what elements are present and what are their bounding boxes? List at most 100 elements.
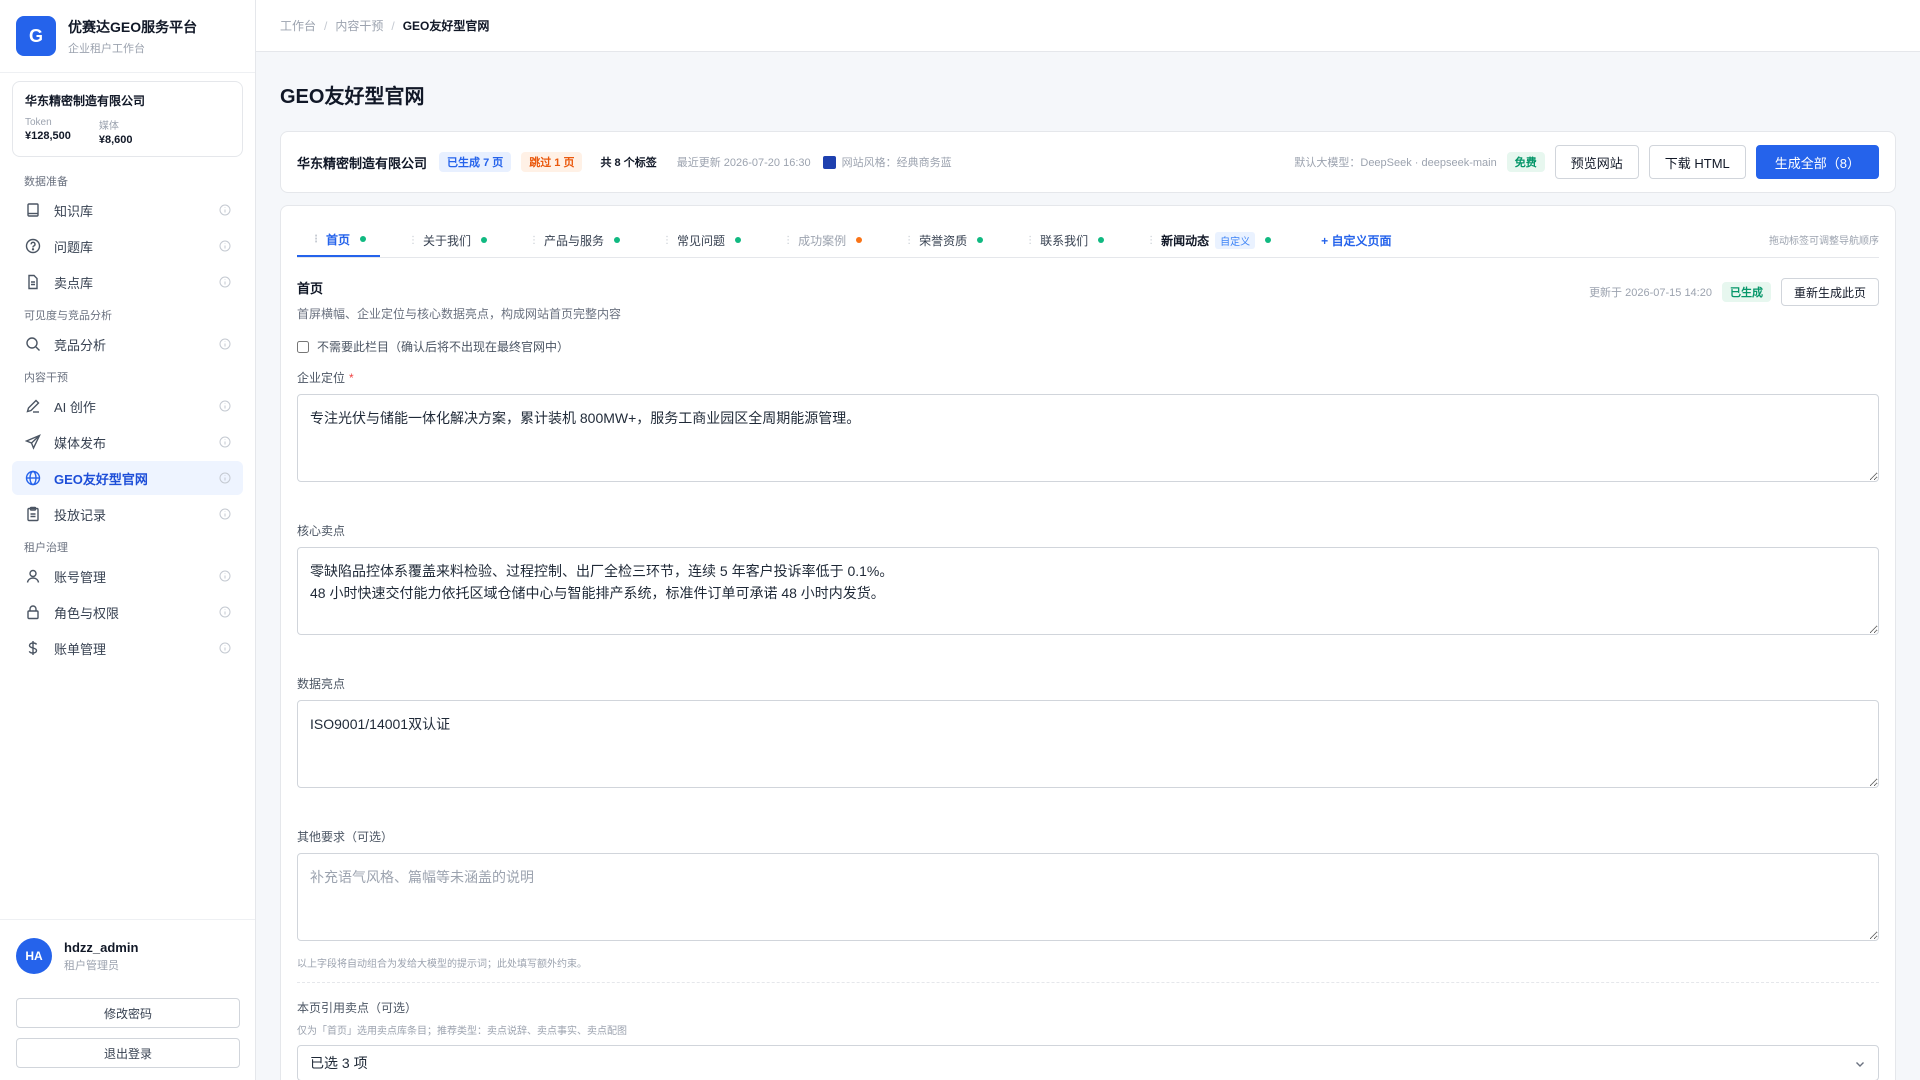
stat-value: ¥128,500: [25, 130, 71, 142]
status-dot: [856, 237, 863, 243]
refs-select[interactable]: 已选 3 项: [297, 1045, 1879, 1080]
positioning-field[interactable]: [297, 394, 1879, 482]
tab-products[interactable]: ⋮ 产品与服务: [515, 223, 634, 257]
tab-label: 荣誉资质: [919, 233, 968, 248]
drag-handle-icon[interactable]: ⋮: [311, 234, 321, 245]
info-icon: [219, 240, 231, 252]
last-updated: 最近更新 2026-07-20 16:30: [676, 157, 811, 169]
drag-handle-icon[interactable]: ⋮: [904, 235, 914, 246]
info-icon: [219, 400, 231, 412]
drag-handle-icon[interactable]: ⋮: [783, 235, 793, 246]
breadcrumb: 工作台 / 内容干预 / GEO友好型官网: [256, 0, 1920, 52]
info-icon: [219, 436, 231, 448]
user-name: hdzz_admin: [64, 939, 139, 955]
document-icon: [24, 273, 42, 291]
stat-label: Token: [25, 117, 52, 128]
info-icon: [219, 606, 231, 618]
generated-badge: 已生成 7 页: [439, 152, 512, 172]
nav-group-label: 租户治理: [24, 542, 68, 554]
breadcrumb-item[interactable]: 工作台: [280, 17, 316, 34]
dollar-icon: [24, 639, 42, 657]
tab-about[interactable]: ⋮ 关于我们: [394, 223, 501, 257]
page-tabs: ⋮ 首页 ⋮ 关于我们 ⋮ 产品与服务 ⋮ 常见问题 ⋮ 成功案例 ⋮ 荣誉资质…: [297, 206, 1879, 258]
lock-icon: [24, 603, 42, 621]
nav-group-label: 可见度与竞品分析: [24, 310, 112, 322]
stat-value: ¥8,600: [98, 134, 133, 146]
sidebar-item-delivery-records[interactable]: 投放记录: [12, 497, 243, 531]
sidebar-item-roles[interactable]: 角色与权限: [12, 595, 243, 629]
sidebar-item-media-publish[interactable]: 媒体发布: [12, 425, 243, 459]
tag-count: 共 8 个标签: [600, 157, 657, 169]
book-icon: [24, 201, 42, 219]
pen-icon: [24, 397, 42, 415]
page-editor: ⋮ 首页 ⋮ 关于我们 ⋮ 产品与服务 ⋮ 常见问题 ⋮ 成功案例 ⋮ 荣誉资质…: [280, 205, 1896, 1080]
drag-handle-icon[interactable]: ⋮: [1025, 235, 1035, 246]
status-dot: [360, 236, 367, 242]
tab-label: 产品与服务: [544, 233, 605, 248]
generate-all-button[interactable]: 生成全部（8）: [1755, 145, 1879, 179]
globe-icon: [24, 469, 42, 487]
sidebar-item-selling-points[interactable]: 卖点库: [12, 265, 243, 299]
drag-handle-icon[interactable]: ⋮: [529, 235, 539, 246]
highlights-field[interactable]: [297, 700, 1879, 788]
user-block: HA hdzz_admin 租户管理员 修改密码 退出登录: [0, 919, 255, 1080]
tab-label: 新闻动态: [1161, 233, 1210, 248]
sidebar-item-competitor[interactable]: 竞品分析: [12, 327, 243, 361]
token-stat: Token ¥128,500: [25, 117, 71, 146]
drag-handle-icon[interactable]: ⋮: [408, 235, 418, 246]
info-icon: [219, 570, 231, 582]
sidebar-item-label: 问题库: [54, 239, 94, 255]
sidebar-item-geo-website[interactable]: GEO友好型官网: [12, 461, 243, 495]
skip-section-row[interactable]: 不需要此栏目（确认后将不出现在最终官网中）: [297, 338, 1879, 355]
add-custom-page-button[interactable]: + 自定义页面: [1307, 223, 1405, 257]
sidebar-item-knowledge[interactable]: 知识库: [12, 193, 243, 227]
sidebar-item-label: 卖点库: [54, 275, 94, 291]
sidebar-item-accounts[interactable]: 账号管理: [12, 559, 243, 593]
breadcrumb-current: GEO友好型官网: [402, 19, 490, 33]
drag-handle-icon[interactable]: ⋮: [1146, 235, 1156, 246]
regenerate-page-button[interactable]: 重新生成此页: [1780, 278, 1879, 306]
refs-hint: 仅为「首页」选用卖点库条目；推荐类型：卖点说辞、卖点事实、卖点配图: [297, 1026, 627, 1037]
tab-label: 联系我们: [1040, 233, 1089, 248]
change-password-button[interactable]: 修改密码: [16, 998, 240, 1028]
positioning-label: 企业定位 *: [297, 371, 354, 385]
brand-title: 优赛达GEO服务平台: [68, 18, 198, 35]
prompt-help-text: 以上字段将自动组合为发给大模型的提示词；此处填写额外约束。: [297, 959, 587, 970]
tab-faq[interactable]: ⋮ 常见问题: [648, 223, 755, 257]
tab-home[interactable]: ⋮ 首页: [297, 223, 381, 257]
info-icon: [219, 338, 231, 350]
tab-honors[interactable]: ⋮ 荣誉资质: [890, 223, 997, 257]
clipboard-icon: [24, 505, 42, 523]
sidebar-item-label: 竞品分析: [54, 337, 107, 353]
summary-bar: 华东精密制造有限公司 已生成 7 页 跳过 1 页 共 8 个标签 最近更新 2…: [280, 131, 1896, 193]
main: 工作台 / 内容干预 / GEO友好型官网 GEO友好型官网 华东精密制造有限公…: [256, 0, 1920, 1080]
status-dot: [977, 237, 984, 243]
nav-group-label: 数据准备: [24, 176, 68, 188]
breadcrumb-item[interactable]: 内容干预: [335, 17, 383, 34]
brand-logo: G: [16, 16, 56, 56]
custom-tag: 自定义: [1215, 231, 1256, 249]
info-icon: [219, 472, 231, 484]
status-dot: [735, 237, 742, 243]
skip-section-checkbox[interactable]: [297, 340, 309, 353]
user-icon: [24, 567, 42, 585]
tab-cases[interactable]: ⋮ 成功案例: [769, 223, 876, 257]
logout-button[interactable]: 退出登录: [16, 1038, 240, 1068]
skip-section-label: 不需要此栏目（确认后将不出现在最终官网中）: [317, 340, 570, 354]
sidebar-nav: 数据准备 知识库 问题库 卖点库 可见度与竞品分析 竞品分析 内容干预 AI 创…: [0, 157, 255, 919]
breadcrumb-separator: /: [391, 18, 395, 33]
sidebar-item-questions[interactable]: 问题库: [12, 229, 243, 263]
download-html-button[interactable]: 下载 HTML: [1648, 145, 1746, 179]
drag-handle-icon[interactable]: ⋮: [662, 235, 672, 246]
stat-label: 媒体: [98, 121, 119, 132]
tab-news[interactable]: ⋮ 新闻动态 自定义: [1132, 223, 1285, 257]
preview-website-button[interactable]: 预览网站: [1554, 145, 1639, 179]
breadcrumb-separator: /: [324, 18, 328, 33]
tab-contact[interactable]: ⋮ 联系我们: [1011, 223, 1118, 257]
other-requirements-field[interactable]: [297, 853, 1879, 941]
status-dot: [481, 237, 488, 243]
sidebar-item-billing[interactable]: 账单管理: [12, 631, 243, 665]
sidebar-item-ai-create[interactable]: AI 创作: [12, 389, 243, 423]
info-icon: [219, 508, 231, 520]
selling-points-field[interactable]: [297, 547, 1879, 635]
